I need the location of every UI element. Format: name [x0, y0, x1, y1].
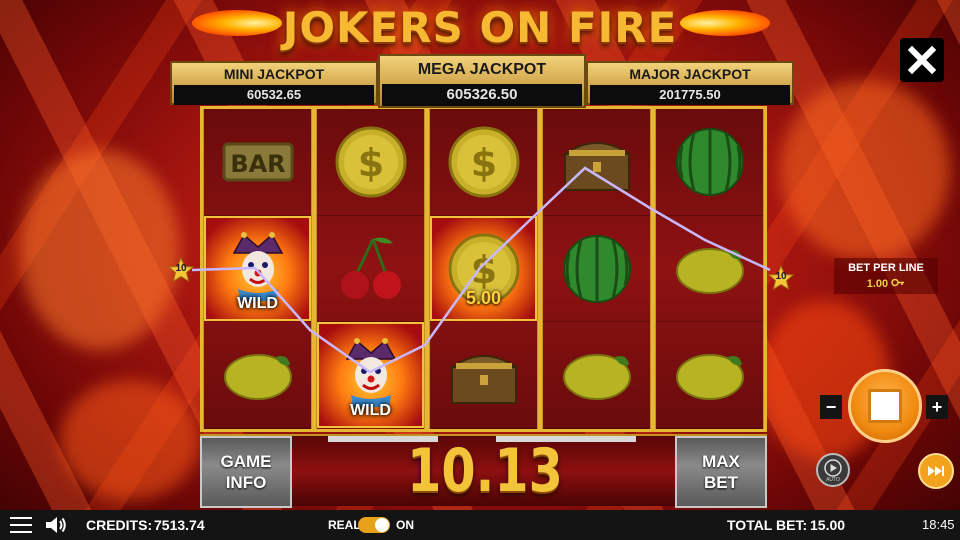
reel-cell	[543, 322, 650, 430]
dollar-coin-icon: $	[335, 126, 406, 198]
reel-3: $ $5.00	[429, 109, 538, 430]
real-mode-toggle[interactable]	[358, 517, 390, 533]
autoplay-button[interactable]: AUTO	[816, 453, 850, 487]
clock: 18:45	[922, 517, 955, 532]
mega-jackpot-value: 605326.50	[382, 84, 582, 106]
reel-cell: $5.00	[430, 215, 537, 323]
reel-4	[542, 109, 651, 430]
wild-label: WILD	[237, 295, 278, 313]
sound-button[interactable]	[44, 515, 68, 535]
fire-decoration	[780, 80, 950, 260]
wild-label: WILD	[350, 402, 391, 420]
status-bar: CREDITS: 7513.74 REAL ON TOTAL BET: 15.0…	[0, 510, 960, 540]
payline-marker-left: 10	[167, 256, 195, 283]
major-jackpot-label: MAJOR JACKPOT	[629, 66, 751, 82]
reel-cell	[656, 216, 763, 323]
watermelon-icon	[675, 127, 744, 196]
reel-cell	[430, 322, 537, 430]
turbo-button[interactable]	[918, 453, 954, 489]
payline-number-right: 10	[775, 271, 787, 282]
menu-icon	[10, 531, 32, 533]
decrease-bet-button[interactable]: −	[820, 395, 842, 419]
menu-icon	[10, 517, 32, 519]
menu-icon	[10, 524, 32, 526]
win-panel: GAME INFO 10.13 MAX BET	[200, 434, 767, 508]
menu-button[interactable]	[10, 517, 32, 533]
mini-jackpot-label: MINI JACKPOT	[223, 66, 325, 82]
treasure-chest-icon	[561, 141, 632, 191]
fire-decoration	[60, 380, 200, 500]
fast-forward-icon	[928, 466, 944, 476]
reel-cell	[656, 109, 763, 216]
reel-cell: WILD	[204, 215, 311, 323]
reel-cell	[543, 216, 650, 323]
toggle-state-label: ON	[396, 518, 414, 532]
cherries-icon	[340, 237, 401, 299]
major-jackpot-value: 201775.50	[590, 85, 790, 105]
reel-cell	[317, 216, 424, 323]
increase-bet-button[interactable]: +	[926, 395, 948, 419]
reel-2: $ WILD	[316, 109, 425, 430]
max-bet-button[interactable]: MAX BET	[675, 436, 767, 508]
credits-label: CREDITS:	[86, 517, 153, 533]
bar-icon: BAR	[222, 142, 293, 182]
lemon-icon	[223, 354, 292, 401]
mega-jackpot: MEGA JACKPOT 605326.50	[378, 54, 586, 108]
reel-grid: BAR WILD $ WILD $ $5.00	[200, 106, 767, 432]
bet-per-line-label: BET PER LINE	[848, 262, 924, 274]
game-title: JOKERS ON FIRE	[282, 3, 678, 52]
mini-jackpot-value: 60532.65	[174, 85, 374, 105]
reel-1: BAR WILD	[203, 109, 312, 430]
total-bet-label: TOTAL BET:	[727, 517, 808, 533]
symbol-text: BAR	[230, 150, 285, 178]
reel-cell: BAR	[204, 109, 311, 216]
payline-marker-right: 10	[767, 264, 795, 291]
bet-per-line-value: 1.00	[834, 278, 938, 290]
stop-icon	[868, 389, 902, 423]
lemon-icon	[675, 354, 744, 401]
reel-cell: $	[430, 109, 537, 216]
autoplay-label: AUTO	[826, 477, 840, 483]
reel-cell	[204, 322, 311, 430]
bet-per-line-display[interactable]: BET PER LINE 1.00	[834, 258, 938, 294]
bet-per-line-amount: 1.00	[866, 278, 889, 290]
watermelon-icon	[562, 234, 631, 303]
reel-5	[655, 109, 764, 430]
close-icon	[907, 45, 937, 75]
svg-text:$: $	[470, 141, 496, 185]
toggle-knob	[375, 518, 389, 532]
svg-text:$: $	[357, 141, 383, 185]
speaker-icon	[46, 517, 66, 533]
real-mode-label: REAL	[328, 518, 361, 532]
svg-text:$: $	[470, 248, 496, 292]
mega-jackpot-label: MEGA JACKPOT	[417, 61, 547, 78]
max-bet-line1: MAX	[702, 452, 740, 471]
game-info-line2: INFO	[225, 473, 267, 492]
total-bet-value: 15.00	[810, 517, 846, 533]
treasure-chest-icon	[448, 355, 519, 405]
fire-decoration	[20, 150, 180, 350]
key-icon	[891, 278, 905, 287]
close-button[interactable]	[900, 38, 944, 82]
cell-win-amount: 5.00	[465, 288, 502, 309]
game-info-button[interactable]: GAME INFO	[200, 436, 292, 508]
credits-value: 7513.74	[154, 517, 205, 533]
game-info-line1: GAME	[220, 452, 272, 471]
reel-cell: $	[317, 109, 424, 216]
reel-cell	[656, 322, 763, 430]
mini-jackpot: MINI JACKPOT 60532.65	[170, 61, 378, 105]
win-amount: 10.13	[407, 436, 563, 506]
reel-cell	[543, 109, 650, 216]
lemon-icon	[675, 247, 744, 294]
lemon-icon	[562, 354, 631, 401]
max-bet-line2: BET	[704, 473, 738, 492]
stop-spin-button[interactable]	[848, 369, 922, 443]
major-jackpot: MAJOR JACKPOT 201775.50	[586, 61, 794, 105]
reel-cell: WILD	[317, 322, 424, 430]
dollar-coin-icon: $	[448, 126, 519, 198]
payline-number-left: 10	[175, 263, 187, 274]
